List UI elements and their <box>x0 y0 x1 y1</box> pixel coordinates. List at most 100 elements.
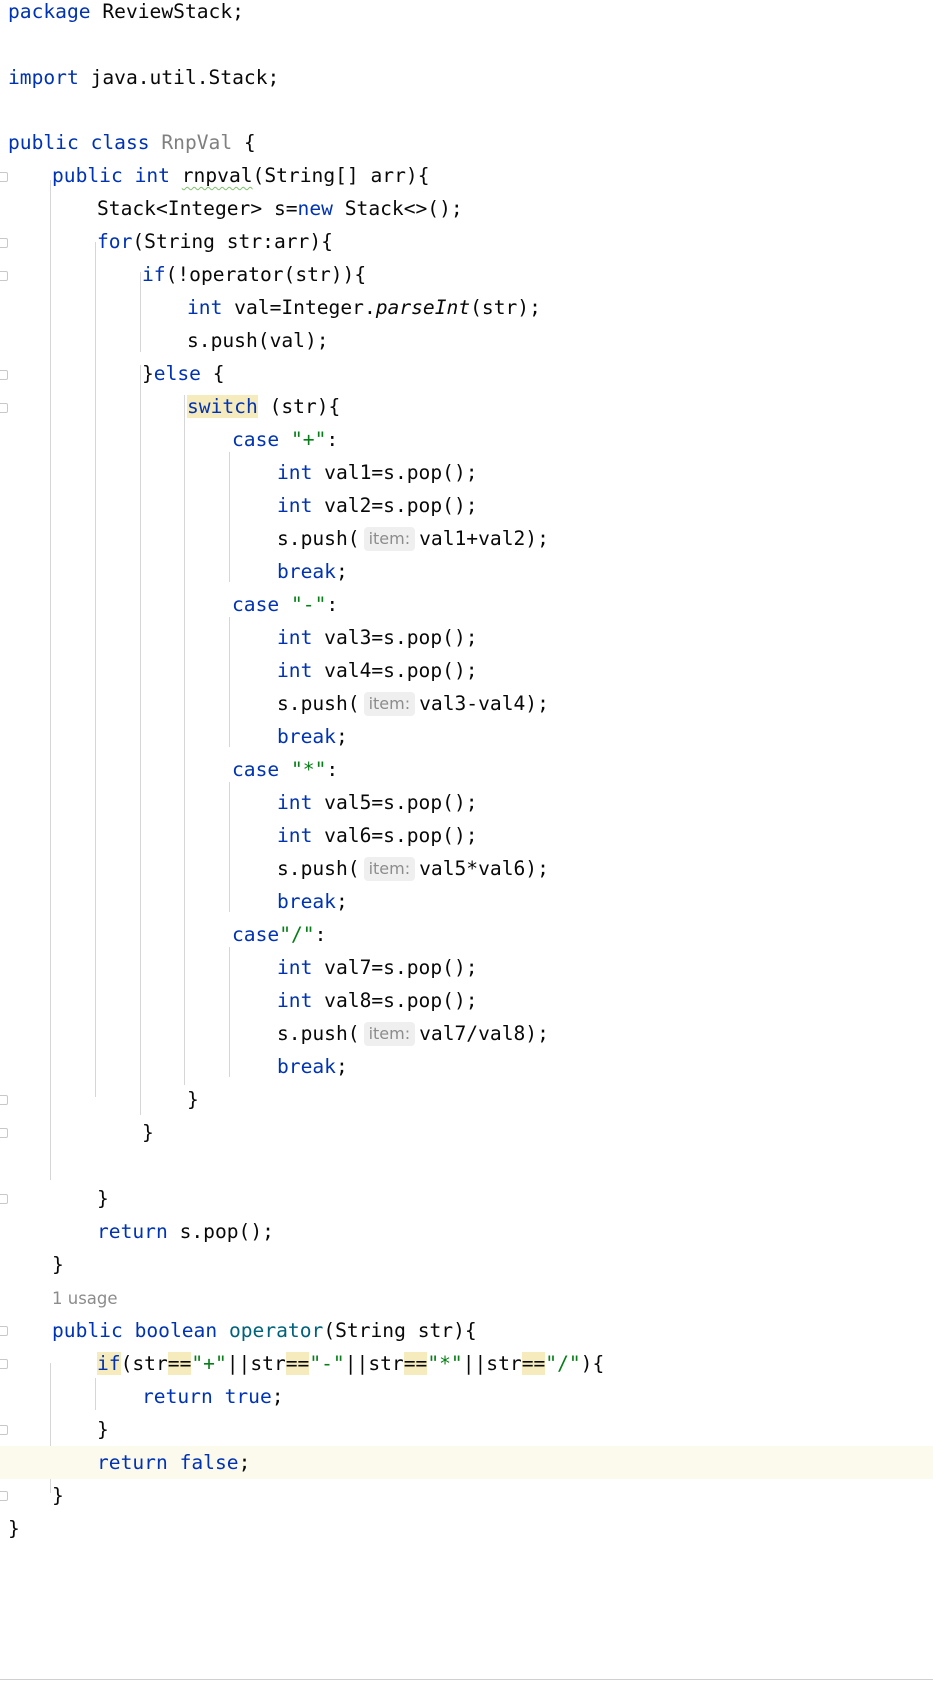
code-line-pop[interactable]: int val7=s.pop(); <box>0 951 933 984</box>
code-line-parse-int[interactable]: int val=Integer.parseInt(str); <box>0 291 933 324</box>
code-vision-line: 1 usage <box>0 1282 933 1315</box>
code-text: val6=s.pop(); <box>312 824 478 847</box>
code-line-push[interactable]: s.push(item: val5*val6); <box>0 852 933 885</box>
keyword-case: case <box>232 923 280 946</box>
parameter-hint: item: <box>363 857 416 881</box>
keyword-int: int <box>277 659 313 682</box>
code-text: } <box>52 1484 64 1507</box>
code-text: : <box>326 428 339 451</box>
code-line-close-class[interactable]: } <box>0 1512 933 1545</box>
code-text: ){ <box>580 1352 605 1375</box>
operator-equals: == <box>167 1352 192 1375</box>
code-text: : <box>314 923 327 946</box>
code-line-case[interactable]: case"/": <box>0 918 933 951</box>
code-text: : <box>326 758 339 781</box>
code-text: ; <box>335 725 348 748</box>
code-line-pop[interactable]: int val4=s.pop(); <box>0 654 933 687</box>
code-line-if-condition[interactable]: if(str=="+"||str=="-"||str=="*"||str=="/… <box>0 1347 933 1380</box>
code-line-if[interactable]: if(!operator(str)){ <box>0 258 933 291</box>
keyword-int: int <box>277 626 313 649</box>
string-literal: "+" <box>290 428 327 451</box>
code-line-push[interactable]: s.push(item: val1+val2); <box>0 522 933 555</box>
method-name-operator[interactable]: operator <box>229 1319 323 1342</box>
code-line-break[interactable]: break; <box>0 885 933 918</box>
code-line-empty[interactable] <box>0 1149 933 1182</box>
code-line-for[interactable]: for(String str:arr){ <box>0 225 933 258</box>
code-text: ; <box>238 1451 251 1474</box>
code-text: } <box>97 1418 109 1441</box>
code-line-case[interactable]: case "*": <box>0 753 933 786</box>
code-line-close-switch[interactable]: } <box>0 1083 933 1116</box>
code-text: val1+val2); <box>419 527 549 550</box>
code-line-close-method[interactable]: } <box>0 1479 933 1512</box>
code-text: } <box>8 1517 20 1540</box>
code-line-return-true[interactable]: return true; <box>0 1380 933 1413</box>
code-text: ||str <box>344 1352 404 1375</box>
code-text: (str); <box>470 296 541 319</box>
method-name-rnpval[interactable]: rnpval <box>182 164 253 187</box>
code-line-close-method[interactable]: } <box>0 1248 933 1281</box>
code-text: { <box>200 362 225 385</box>
import-name: java.util.Stack; <box>78 66 280 89</box>
code-line-close-else[interactable]: } <box>0 1116 933 1149</box>
code-line-return-false[interactable]: return false; <box>0 1446 933 1479</box>
code-text: ||str <box>462 1352 522 1375</box>
code-text: (str){ <box>257 395 341 418</box>
code-line-pop[interactable]: int val1=s.pop(); <box>0 456 933 489</box>
code-text: : <box>326 593 339 616</box>
brace: { <box>232 131 256 154</box>
code-line-method-operator[interactable]: public boolean operator(String str){ <box>0 1314 933 1347</box>
code-line-break[interactable]: break; <box>0 1050 933 1083</box>
keyword-package: package <box>8 0 91 23</box>
code-line-pop[interactable]: int val6=s.pop(); <box>0 819 933 852</box>
code-line-pop[interactable]: int val5=s.pop(); <box>0 786 933 819</box>
code-text: (String str:arr){ <box>132 230 333 253</box>
keyword-else: else <box>153 362 201 385</box>
code-text: s.pop(); <box>167 1220 274 1243</box>
keyword-new: new <box>297 197 333 220</box>
code-line-case[interactable]: case "+": <box>0 423 933 456</box>
keyword-break: break <box>277 890 336 913</box>
operator-equals: == <box>285 1352 310 1375</box>
code-line-case[interactable]: case "-": <box>0 588 933 621</box>
code-line-method-rnpval[interactable]: public int rnpval(String[] arr){ <box>0 159 933 192</box>
code-text: ||str <box>226 1352 286 1375</box>
code-line-else[interactable]: }else { <box>0 357 933 390</box>
code-line-class-declaration[interactable]: public class RnpVal { <box>0 126 933 159</box>
usage-hint[interactable]: 1 usage <box>52 1282 118 1315</box>
code-line-pop[interactable]: int val2=s.pop(); <box>0 489 933 522</box>
code-line-push[interactable]: s.push(item: val3-val4); <box>0 687 933 720</box>
editor-bottom-border <box>0 1679 933 1680</box>
keyword-break: break <box>277 1055 336 1078</box>
code-line-break[interactable]: break; <box>0 555 933 588</box>
keyword-int: int <box>277 791 313 814</box>
keyword-int: int <box>277 461 313 484</box>
string-literal: "-" <box>290 593 327 616</box>
keyword-break: break <box>277 560 336 583</box>
code-text: } <box>142 1121 154 1144</box>
code-text: ; <box>335 890 348 913</box>
code-line-switch[interactable]: switch (str){ <box>0 390 933 423</box>
keyword-return: return <box>97 1220 168 1243</box>
code-line-push[interactable]: s.push(item: val7/val8); <box>0 1017 933 1050</box>
code-line-import[interactable]: import java.util.Stack; <box>0 61 933 94</box>
string-literal: "+" <box>191 1352 227 1375</box>
code-line-close-if[interactable]: } <box>0 1413 933 1446</box>
code-editor[interactable]: package ReviewStack; import java.util.St… <box>0 0 933 1682</box>
keyword-public: public <box>52 1319 123 1342</box>
code-line-stack-declaration[interactable]: Stack<Integer> s=new Stack<>(); <box>0 192 933 225</box>
keyword-int: int <box>277 824 313 847</box>
code-line-pop[interactable]: int val3=s.pop(); <box>0 621 933 654</box>
code-line-close-for[interactable]: } <box>0 1182 933 1215</box>
code-line-return-pop[interactable]: return s.pop(); <box>0 1215 933 1248</box>
operator-equals: == <box>403 1352 428 1375</box>
code-text: s.push( <box>277 692 360 715</box>
keyword-int: int <box>187 296 223 319</box>
code-line-break[interactable]: break; <box>0 720 933 753</box>
code-line-pop[interactable]: int val8=s.pop(); <box>0 984 933 1017</box>
code-line-push-val[interactable]: s.push(val); <box>0 324 933 357</box>
code-line-package[interactable]: package ReviewStack; <box>0 0 933 28</box>
keyword-case: case <box>232 593 280 616</box>
